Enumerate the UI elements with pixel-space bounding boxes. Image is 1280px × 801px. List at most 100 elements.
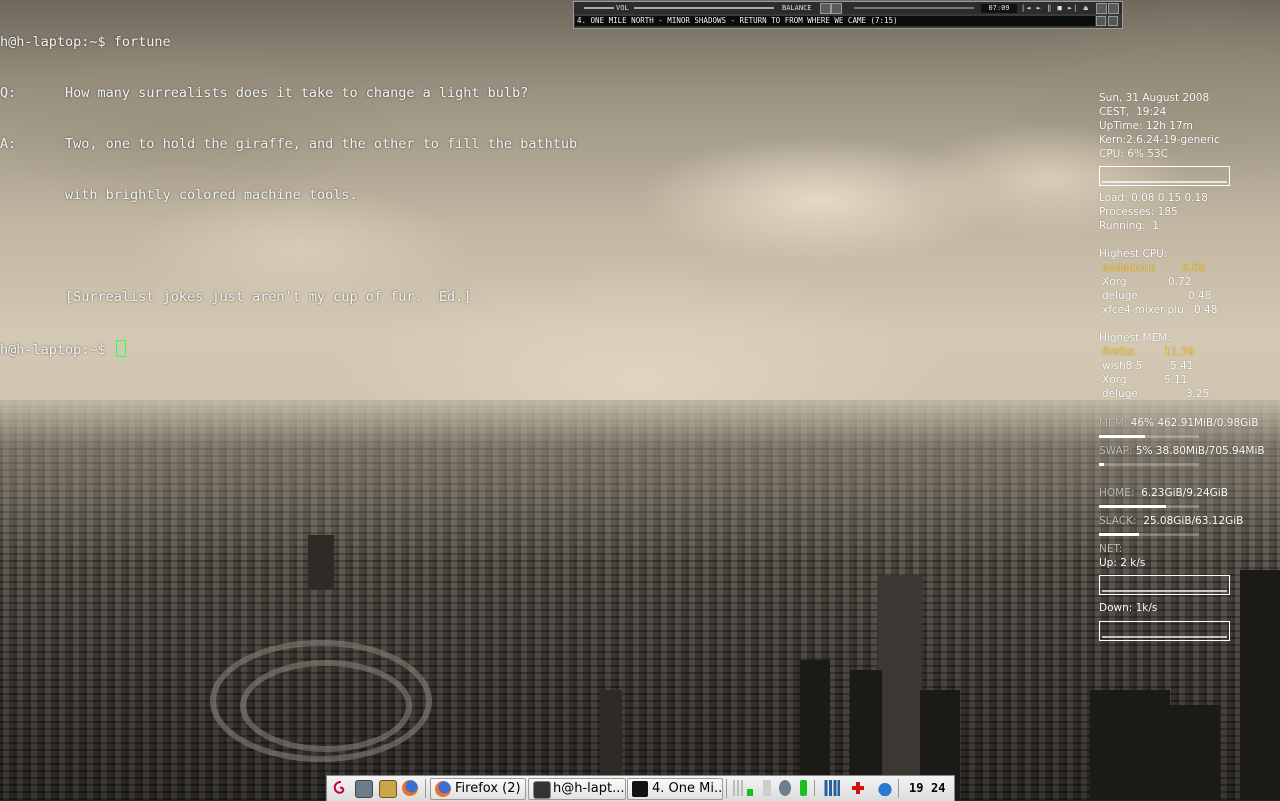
- slack-value: 25.08GiB/63.12GiB: [1143, 515, 1244, 527]
- cpu-graph-line: [1102, 181, 1227, 183]
- terminal-line: with brightly colored machine tools.: [0, 187, 600, 204]
- taskbar-button-firefox[interactable]: Firefox (2): [430, 778, 526, 800]
- volume-slider[interactable]: [634, 7, 774, 9]
- mem-bar: [1099, 435, 1199, 438]
- swap-bar-fill: [1099, 463, 1104, 466]
- terminal-prompt: h@h-laptop:~$: [0, 342, 114, 358]
- panel-separator: [726, 779, 727, 798]
- mem-label: MEM:: [1099, 417, 1128, 429]
- playback-controls[interactable]: |◄ ► ‖ ■ ►| ⏏: [1021, 4, 1089, 13]
- wallpaper-highway-inner: [240, 660, 412, 752]
- terminal-text: [Surrealist jokes just aren't my cup of …: [0, 289, 472, 305]
- uptime: UpTime: 12h 17m: [1099, 120, 1193, 132]
- task-label: h@h-lapt...: [553, 781, 625, 796]
- net-down-graph-line: [1102, 636, 1227, 638]
- taskbar-button-terminal[interactable]: h@h-lapt...: [528, 778, 626, 800]
- minimize-button[interactable]: [1096, 3, 1107, 14]
- track-title[interactable]: 4. ONE MILE NORTH - MINOR SHADOWS - RETU…: [575, 16, 1095, 26]
- mem-row: MEM: 46% 462.91MiB/0.98GiB: [1099, 416, 1258, 430]
- mem-process-row: Xorg 5.11: [1102, 373, 1187, 387]
- elapsed-time: 07:09: [981, 4, 1017, 13]
- process-value: 5.41: [1170, 360, 1194, 372]
- slack-bar: [1099, 533, 1199, 536]
- debian-menu-icon[interactable]: [332, 780, 348, 796]
- process-name: Xorg: [1102, 276, 1127, 288]
- process-name: Xorg: [1102, 374, 1127, 386]
- wifi-signal-icon[interactable]: [822, 780, 840, 796]
- process-value: 0.00: [1182, 262, 1206, 274]
- mem-process-row: firefox 11.39: [1102, 345, 1194, 359]
- swap-row: SWAP: 5% 38.80MiB/705.94MiB: [1099, 444, 1265, 458]
- volume-icon[interactable]: [779, 780, 791, 796]
- wallpaper-tower: [1160, 705, 1220, 800]
- panel-separator: [898, 779, 899, 798]
- playlist-close-button[interactable]: [1108, 16, 1118, 26]
- timezone: CEST,: [1099, 106, 1130, 118]
- terminal-output[interactable]: h@h-laptop:~$ fortune Q: How many surrea…: [0, 0, 600, 374]
- clock-hour[interactable]: 19: [909, 779, 923, 797]
- home-label: HOME:: [1099, 487, 1135, 499]
- file-manager-icon[interactable]: [355, 780, 373, 798]
- net-down-graph: [1099, 621, 1230, 641]
- terminal-text: Q: How many surrealists does it take to …: [0, 85, 529, 101]
- process-count: Processes: 185: [1099, 206, 1178, 218]
- terminal-line: h@h-laptop:~$ fortune: [0, 34, 171, 50]
- playlist-toggle-button[interactable]: [831, 3, 842, 14]
- panel-separator: [425, 779, 426, 798]
- process-name: deluge: [1102, 388, 1138, 400]
- terminal-line: A: Two, one to hold the giraffe, and the…: [0, 136, 600, 153]
- cpu-graph-icon[interactable]: [747, 789, 753, 796]
- running-count: Running: 1: [1099, 220, 1159, 232]
- cpu-freq-icon[interactable]: [733, 780, 745, 796]
- volume-label: VOL: [616, 4, 629, 12]
- cpu-process-row: audacious 0.00: [1102, 261, 1205, 275]
- process-value: 0.48: [1194, 304, 1218, 316]
- mem-process-row: wish8.5 5.41: [1102, 359, 1193, 373]
- text-editor-icon[interactable]: [379, 780, 397, 798]
- terminal-line: Q: How many surrealists does it take to …: [0, 85, 600, 102]
- deluge-icon[interactable]: [878, 780, 892, 796]
- slack-label: SLACK:: [1099, 515, 1137, 527]
- cpu-process-row: xfce4-mixer-plu 0.48: [1102, 303, 1217, 317]
- cpu-process-row: deluge 0.48: [1102, 289, 1211, 303]
- terminal-cursor: [115, 340, 126, 357]
- home-row: HOME: 6.23GiB/9.24GiB: [1099, 486, 1228, 500]
- net-label: NET:: [1099, 543, 1123, 555]
- disk-icon[interactable]: [763, 780, 771, 796]
- swap-value: 5% 38.80MiB/705.94MiB: [1135, 445, 1265, 457]
- cpu-graph: [1099, 166, 1230, 186]
- wallpaper-tower: [878, 575, 922, 800]
- balance-label: BALANCE: [782, 4, 812, 12]
- playlist-menu-button[interactable]: [1096, 16, 1106, 26]
- cpu-process-row: Xorg 0.72: [1102, 275, 1191, 289]
- taskbar-button-audacious[interactable]: 4. One Mi...: [627, 778, 723, 800]
- eq-toggle-button[interactable]: [820, 3, 831, 14]
- net-up-graph-line: [1102, 590, 1227, 592]
- slack-row: SLACK: 25.08GiB/63.12GiB: [1099, 514, 1243, 528]
- highest-cpu-title: Highest CPU:: [1099, 248, 1168, 260]
- process-value: 0.48: [1188, 290, 1212, 302]
- battery-icon[interactable]: [800, 780, 807, 796]
- task-label: 4. One Mi...: [652, 781, 723, 796]
- timezone-time: CEST, 19:24: [1099, 105, 1166, 119]
- home-bar-fill: [1099, 505, 1166, 508]
- firefox-launcher-icon[interactable]: [402, 780, 418, 796]
- load-average: Load: 0.08 0.15 0.18: [1099, 192, 1208, 204]
- clock-minute[interactable]: 24: [931, 779, 945, 797]
- audacious-player[interactable]: VOL BALANCE 07:09 |◄ ► ‖ ■ ►| ⏏ 4. ONE M…: [573, 1, 1123, 29]
- audacious-icon: [632, 781, 648, 797]
- terminal-text: A: Two, one to hold the giraffe, and the…: [0, 136, 578, 152]
- kernel: Kern:2.6.24-19-generic: [1099, 134, 1220, 146]
- update-notifier-icon[interactable]: [850, 780, 866, 796]
- home-value: 6.23GiB/9.24GiB: [1141, 487, 1228, 499]
- mem-bar-fill: [1099, 435, 1145, 438]
- seek-slider[interactable]: [854, 7, 974, 9]
- process-name: firefox: [1102, 346, 1136, 358]
- firefox-icon: [435, 781, 451, 797]
- wallpaper-tower: [1090, 690, 1170, 800]
- tray-separator: [814, 780, 815, 796]
- close-button[interactable]: [1108, 3, 1119, 14]
- terminal-prompt-line: h@h-laptop:~$: [0, 340, 600, 358]
- process-value: 11.39: [1164, 346, 1195, 358]
